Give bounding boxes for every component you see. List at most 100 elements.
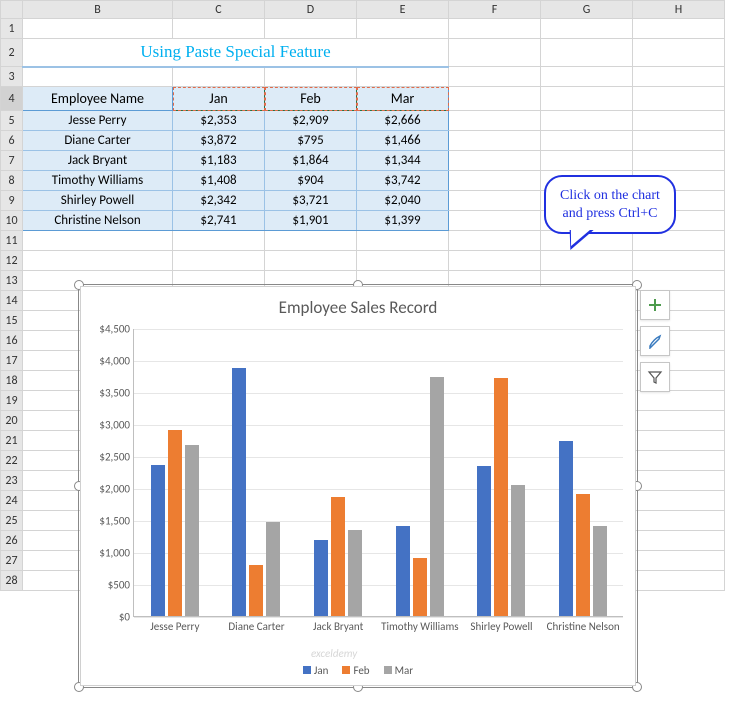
bar-group[interactable] [542,441,624,616]
table-cell-value[interactable]: $904 [265,171,357,191]
table-cell-value[interactable]: $3,872 [173,131,265,151]
row-header[interactable]: 13 [1,271,23,291]
table-cell-value[interactable]: $2,353 [173,111,265,131]
row-header[interactable]: 10 [1,211,23,231]
table-cell-value[interactable]: $1,344 [357,151,449,171]
bar[interactable] [494,378,508,616]
bar[interactable] [185,445,199,616]
bar-group[interactable] [297,497,379,616]
table-cell-name[interactable]: Jesse Perry [23,111,173,131]
table-cell-name[interactable]: Jack Bryant [23,151,173,171]
bar[interactable] [232,368,246,616]
table-cell-value[interactable]: $2,741 [173,211,265,231]
bar[interactable] [511,485,525,616]
col-header[interactable]: H [633,1,725,19]
legend-swatch-icon [342,666,350,674]
bar-group[interactable] [461,378,543,616]
bar[interactable] [249,565,263,616]
chart-plot-area[interactable]: $0$500$1,000$1,500$2,000$2,500$3,000$3,5… [133,329,623,617]
row-header[interactable]: 24 [1,491,23,511]
chart-styles-button[interactable] [640,326,670,356]
legend-item[interactable]: Mar [384,664,414,677]
legend-item[interactable]: Jan [303,664,329,677]
bar-group[interactable] [216,368,298,616]
row-header[interactable]: 12 [1,251,23,271]
select-all-cell[interactable] [1,1,23,19]
row-header[interactable]: 17 [1,351,23,371]
table-cell-name[interactable]: Timothy Williams [23,171,173,191]
table-cell-value[interactable]: $2,040 [357,191,449,211]
row-header[interactable]: 23 [1,471,23,491]
chart-object[interactable]: Employee Sales Record $0$500$1,000$1,500… [80,286,636,686]
legend-item[interactable]: Feb [342,664,369,677]
col-header[interactable]: G [541,1,633,19]
table-cell-value[interactable]: $795 [265,131,357,151]
bar[interactable] [477,466,491,616]
table-header-month[interactable]: Feb [265,87,357,111]
bar[interactable] [348,530,362,616]
bar[interactable] [430,377,444,616]
row-header[interactable]: 11 [1,231,23,251]
bar[interactable] [413,558,427,616]
row-header[interactable]: 20 [1,411,23,431]
bar-group[interactable] [379,377,461,616]
row-header[interactable]: 5 [1,111,23,131]
row-header[interactable]: 26 [1,531,23,551]
col-header[interactable]: F [449,1,541,19]
table-cell-name[interactable]: Shirley Powell [23,191,173,211]
table-cell-value[interactable]: $2,666 [357,111,449,131]
table-cell-value[interactable]: $3,742 [357,171,449,191]
table-header-month[interactable]: Jan [173,87,265,111]
chart-title[interactable]: Employee Sales Record [81,287,635,322]
col-header[interactable]: B [23,1,173,19]
row-header[interactable]: 3 [1,67,23,87]
table-cell-name[interactable]: Diane Carter [23,131,173,151]
table-cell-value[interactable]: $1,183 [173,151,265,171]
table-cell-value[interactable]: $3,721 [265,191,357,211]
chart-elements-button[interactable] [640,290,670,320]
table-header-month[interactable]: Mar [357,87,449,111]
row-header[interactable]: 25 [1,511,23,531]
chart-legend[interactable]: Jan Feb Mar [81,664,635,677]
row-header[interactable]: 28 [1,571,23,591]
bar-group[interactable] [134,430,216,616]
table-cell-value[interactable]: $2,342 [173,191,265,211]
bar[interactable] [314,540,328,616]
row-header[interactable]: 6 [1,131,23,151]
table-cell-value[interactable]: $1,408 [173,171,265,191]
row-header[interactable]: 2 [1,39,23,67]
row-header[interactable]: 19 [1,391,23,411]
table-cell-value[interactable]: $1,399 [357,211,449,231]
row-header[interactable]: 16 [1,331,23,351]
bar[interactable] [396,526,410,616]
bar[interactable] [266,522,280,616]
table-header-name[interactable]: Employee Name [23,87,173,111]
col-header[interactable]: C [173,1,265,19]
watermark: exceldemy [311,647,357,660]
row-header[interactable]: 4 [1,87,23,111]
row-header[interactable]: 7 [1,151,23,171]
bar[interactable] [593,526,607,616]
table-cell-name[interactable]: Christine Nelson [23,211,173,231]
col-header[interactable]: D [265,1,357,19]
table-cell-value[interactable]: $2,909 [265,111,357,131]
bar[interactable] [576,494,590,616]
row-header[interactable]: 22 [1,451,23,471]
row-header[interactable]: 8 [1,171,23,191]
bar[interactable] [168,430,182,616]
bar[interactable] [559,441,573,616]
row-header[interactable]: 21 [1,431,23,451]
bar[interactable] [151,465,165,616]
table-cell-value[interactable]: $1,901 [265,211,357,231]
bar[interactable] [331,497,345,616]
row-header[interactable]: 18 [1,371,23,391]
table-cell-value[interactable]: $1,466 [357,131,449,151]
row-header[interactable]: 9 [1,191,23,211]
row-header[interactable]: 15 [1,311,23,331]
col-header[interactable]: E [357,1,449,19]
chart-filters-button[interactable] [640,362,670,392]
table-cell-value[interactable]: $1,864 [265,151,357,171]
row-header[interactable]: 1 [1,19,23,39]
row-header[interactable]: 14 [1,291,23,311]
row-header[interactable]: 27 [1,551,23,571]
